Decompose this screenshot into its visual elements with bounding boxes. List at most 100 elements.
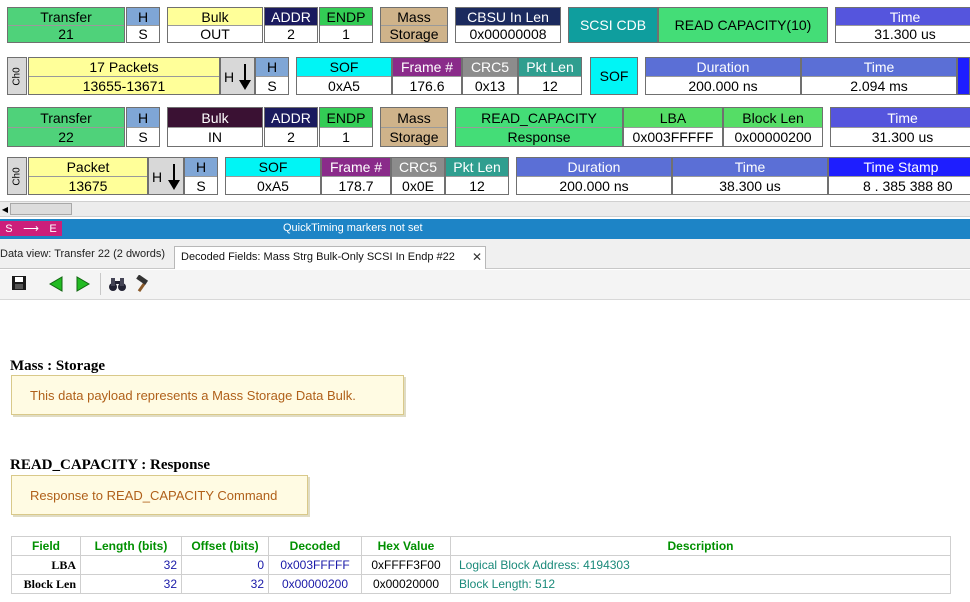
hammer-icon[interactable] <box>133 274 151 298</box>
scsi-cdb-cell[interactable]: SCSI CDB <box>568 7 658 43</box>
frame-cell[interactable]: Frame # 178.7 <box>321 157 391 195</box>
frame-label: Frame # <box>329 159 383 175</box>
horizontal-scrollbar[interactable]: ◀ <box>0 201 970 217</box>
pktlen-cell[interactable]: Pkt Len 12 <box>445 157 509 195</box>
addr-cell[interactable]: ADDR 2 <box>264 7 318 43</box>
lba-cell[interactable]: LBA 0x003FFFFF <box>623 107 723 147</box>
read-capacity-label: READ CAPACITY(10) <box>674 17 812 33</box>
transaction-row-1[interactable]: Transfer 21 H S Bulk OUT ADDR 2 ENDP 1 M… <box>0 0 970 50</box>
timestamp-cell-partial[interactable] <box>957 57 970 95</box>
cbsu-value: 0x00000008 <box>456 25 560 42</box>
addr-value: 2 <box>265 25 317 42</box>
pktlen-cell[interactable]: Pkt Len 12 <box>518 57 582 95</box>
duration-label: Duration <box>567 159 621 175</box>
binoculars-icon[interactable] <box>108 275 128 298</box>
cell-length: 32 <box>80 574 182 594</box>
scroll-left-icon[interactable]: ◀ <box>0 202 10 216</box>
scrollbar-thumb[interactable] <box>10 203 72 215</box>
transfer-cell[interactable]: Transfer 21 <box>7 7 125 43</box>
cell-description: Logical Block Address: 4194303 <box>450 555 951 575</box>
duration-value: 200.000 ns <box>517 176 671 194</box>
sof-cell[interactable]: SOF 0xA5 <box>296 57 392 95</box>
transfer-cell[interactable]: Transfer 22 <box>7 107 125 147</box>
packet-row-1[interactable]: Ch0 17 Packets 13655-13671 H H S SOF 0xA… <box>0 52 970 100</box>
h-cell[interactable]: H S <box>126 7 160 43</box>
packets-value: 13655-13671 <box>29 76 219 94</box>
timestamp-cell[interactable]: Time Stamp 8 . 385 388 80 <box>828 157 970 195</box>
mass-cell[interactable]: Mass Storage <box>380 7 448 43</box>
table-row[interactable]: LBA 32 0 0x003FFFFF 0xFFFF3F00 Logical B… <box>11 555 951 575</box>
endp-label: ENDP <box>326 8 366 25</box>
pktlen-value: 12 <box>446 176 508 194</box>
tab-data-view[interactable]: Data view: Transfer 22 (2 dwords) <box>0 248 165 260</box>
block-len-cell[interactable]: Block Len 0x00000200 <box>723 107 823 147</box>
crc5-cell[interactable]: CRC5 0x0E <box>391 157 445 195</box>
bulk-label: Bulk <box>201 8 229 25</box>
close-icon[interactable]: ✕ <box>472 250 482 264</box>
duration-cell[interactable]: Duration 200.000 ns <box>516 157 672 195</box>
crc5-cell[interactable]: CRC5 0x13 <box>462 57 518 95</box>
lba-label: LBA <box>659 109 687 126</box>
cell-hex: 0x00020000 <box>361 574 451 594</box>
mass-storage-note: This data payload represents a Mass Stor… <box>11 375 404 415</box>
transfer-label: Transfer <box>40 8 92 25</box>
time-value: 2.094 ms <box>802 76 956 94</box>
tab-decoded-fields[interactable]: Decoded Fields: Mass Strg Bulk-Only SCSI… <box>174 246 486 269</box>
duration-cell[interactable]: Duration 200.000 ns <box>645 57 801 95</box>
save-icon[interactable] <box>10 274 30 294</box>
endp-label: ENDP <box>326 109 366 126</box>
transfer-value: 21 <box>8 25 124 42</box>
h-cell[interactable]: H S <box>184 157 218 195</box>
sof-cell[interactable]: SOF 0xA5 <box>225 157 321 195</box>
tab-bar: Data view: Transfer 22 (2 dwords) Decode… <box>0 239 970 269</box>
time-cell[interactable]: Time 31.300 us <box>835 7 970 43</box>
addr-cell[interactable]: ADDR 2 <box>264 107 318 147</box>
sof-packet-cell[interactable]: SOF <box>590 57 638 95</box>
col-description[interactable]: Description <box>450 536 951 556</box>
marker-range[interactable]: S ⟶ E <box>0 221 62 236</box>
time-cell[interactable]: Time 31.300 us <box>830 107 970 147</box>
packets-cell[interactable]: 17 Packets 13655-13671 <box>28 57 220 95</box>
transaction-row-2[interactable]: Transfer 22 H S Bulk IN ADDR 2 ENDP 1 Ma… <box>0 103 970 151</box>
bulk-cell[interactable]: Bulk IN <box>167 107 263 147</box>
packet-row-2[interactable]: Ch0 Packet 13675 H H S SOF 0xA5 Frame # … <box>0 154 970 200</box>
time-cell[interactable]: Time 2.094 ms <box>801 57 957 95</box>
read-capacity-cell[interactable]: READ CAPACITY(10) <box>658 7 828 43</box>
arrow-right-icon[interactable] <box>74 275 92 298</box>
time-cell[interactable]: Time 38.300 us <box>672 157 828 195</box>
h-cell[interactable]: H S <box>255 57 289 95</box>
table-row[interactable]: Block Len 32 32 0x00000200 0x00020000 Bl… <box>11 574 951 594</box>
bulk-value: IN <box>168 127 262 146</box>
arrow-left-icon[interactable] <box>47 275 65 298</box>
transfer-value: 22 <box>8 127 124 146</box>
cbsu-cell[interactable]: CBSU In Len 0x00000008 <box>455 7 561 43</box>
h-value: S <box>185 176 217 194</box>
col-field[interactable]: Field <box>11 536 81 556</box>
handshake-arrow: H <box>148 157 184 195</box>
read-capacity-cell[interactable]: READ_CAPACITY Response <box>455 107 623 147</box>
pktlen-label: Pkt Len <box>453 159 501 175</box>
addr-value: 2 <box>265 127 317 146</box>
time-value: 31.300 us <box>831 127 970 146</box>
decoded-fields-table: Field Length (bits) Offset (bits) Decode… <box>11 536 951 594</box>
mass-cell[interactable]: Mass Storage <box>380 107 448 147</box>
toolbar-divider <box>100 273 101 295</box>
endp-cell[interactable]: ENDP 1 <box>319 107 373 147</box>
sof-value: 0xA5 <box>297 76 391 94</box>
h-cell[interactable]: H S <box>126 107 160 147</box>
bulk-cell[interactable]: Bulk OUT <box>167 7 263 43</box>
endp-cell[interactable]: ENDP 1 <box>319 7 373 43</box>
channel-label: Ch0 <box>7 57 27 95</box>
frame-cell[interactable]: Frame # 176.6 <box>392 57 462 95</box>
col-offset[interactable]: Offset (bits) <box>181 536 269 556</box>
scsi-cdb-label: SCSI CDB <box>579 17 647 33</box>
time-label: Time <box>863 59 895 75</box>
duration-label: Duration <box>696 59 750 75</box>
time-value: 31.300 us <box>836 25 970 42</box>
col-hex[interactable]: Hex Value <box>361 536 451 556</box>
col-length[interactable]: Length (bits) <box>80 536 182 556</box>
packet-cell[interactable]: Packet 13675 <box>28 157 148 195</box>
col-decoded[interactable]: Decoded <box>268 536 362 556</box>
status-message: QuickTiming markers not set <box>283 222 423 234</box>
sof-packet-label: SOF <box>599 68 629 84</box>
